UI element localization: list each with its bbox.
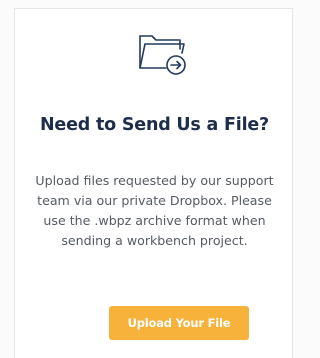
upload-card: Need to Send Us a File? Upload files req… (14, 8, 293, 358)
upload-file-button[interactable]: Upload Your File (109, 306, 249, 340)
folder-send-icon (136, 27, 188, 79)
card-description: Upload files requested by our support te… (35, 173, 274, 248)
card-title: Need to Send Us a File? (39, 115, 270, 135)
